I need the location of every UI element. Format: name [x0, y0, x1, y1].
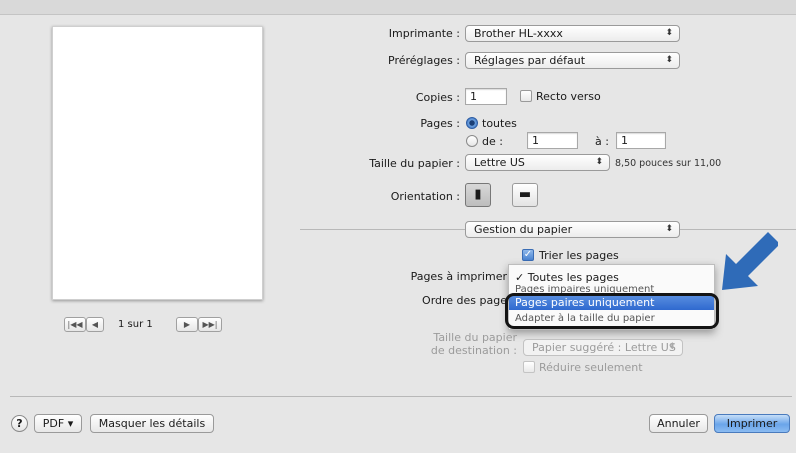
updown-arrows-icon: ⬍ [665, 224, 673, 234]
dest-paper-popup[interactable]: Papier suggéré : Lettre US ⬍ [523, 339, 683, 356]
help-button[interactable]: ? [11, 415, 28, 432]
print-button[interactable]: Imprimer [714, 414, 790, 433]
page-order-label: Ordre des page [422, 294, 507, 307]
pages-to-print-label: Pages à imprimer [410, 270, 507, 283]
highlight-ring [505, 293, 719, 329]
dest-paper-value: Papier suggéré : Lettre US [532, 341, 676, 354]
presets-value: Réglages par défaut [474, 54, 586, 67]
printer-value: Brother HL-xxxx [474, 27, 563, 40]
section-value: Gestion du papier [474, 223, 573, 236]
dest-paper-label: Taille du papier de destination : [380, 331, 517, 357]
updown-arrows-icon: ⬍ [595, 157, 603, 167]
copies-field[interactable]: 1 [465, 88, 507, 105]
cancel-button[interactable]: Annuler [649, 414, 708, 433]
pages-range-radio[interactable] [466, 135, 478, 147]
pdf-button[interactable]: PDF ▾ [34, 414, 82, 433]
next-page-button[interactable]: ▶ [176, 317, 198, 332]
reduce-only-label: Réduire seulement [539, 361, 643, 374]
footer-divider [10, 396, 792, 397]
window-top-strip [0, 0, 796, 15]
printer-popup[interactable]: Brother HL-xxxx ⬍ [465, 25, 680, 42]
paper-size-label: Taille du papier : [369, 157, 460, 170]
copies-label: Copies : [415, 91, 460, 104]
last-page-button[interactable]: ▶▶| [198, 317, 222, 332]
orientation-label: Orientation : [390, 190, 460, 203]
pages-to-label: à : [595, 135, 609, 148]
paper-size-popup[interactable]: Lettre US ⬍ [465, 154, 610, 171]
updown-arrows-icon: ⬍ [668, 342, 676, 352]
landscape-icon[interactable]: ▬ [512, 183, 538, 207]
dest-paper-label-line2: de destination : [430, 344, 517, 357]
page-preview [52, 26, 263, 300]
pages-from-label: de : [482, 135, 503, 148]
hide-details-button[interactable]: Masquer les détails [90, 414, 214, 433]
pointer-arrow-icon [722, 232, 778, 290]
section-popup[interactable]: Gestion du papier ⬍ [465, 221, 680, 238]
updown-arrows-icon: ⬍ [665, 55, 673, 65]
page-counter: 1 sur 1 [118, 319, 153, 330]
duplex-label: Recto verso [536, 90, 601, 103]
dest-paper-label-line1: Taille du papier [433, 331, 517, 344]
paper-dimensions: 8,50 pouces sur 11,00 [615, 158, 722, 169]
first-page-button[interactable]: |◀◀ [64, 317, 86, 332]
collate-label: Trier les pages [539, 249, 619, 262]
pages-to-field[interactable]: 1 [616, 132, 666, 149]
pages-all-label: toutes [482, 117, 517, 130]
previous-page-button[interactable]: ◀ [86, 317, 104, 332]
paper-size-value: Lettre US [474, 156, 525, 169]
presets-popup[interactable]: Réglages par défaut ⬍ [465, 52, 680, 69]
printer-label: Imprimante : [388, 27, 460, 40]
portrait-icon[interactable]: ▮ [465, 183, 491, 207]
pages-label: Pages : [420, 117, 460, 130]
updown-arrows-icon: ⬍ [665, 28, 673, 38]
collate-checkbox[interactable]: ✓ [522, 249, 534, 261]
reduce-only-checkbox[interactable] [523, 361, 535, 373]
pages-from-field[interactable]: 1 [527, 132, 578, 149]
presets-label: Préréglages : [388, 54, 460, 67]
pages-all-radio[interactable] [466, 117, 478, 129]
menu-item-all-pages[interactable]: ✓ Toutes les pages [509, 270, 714, 285]
duplex-checkbox[interactable] [520, 90, 532, 102]
